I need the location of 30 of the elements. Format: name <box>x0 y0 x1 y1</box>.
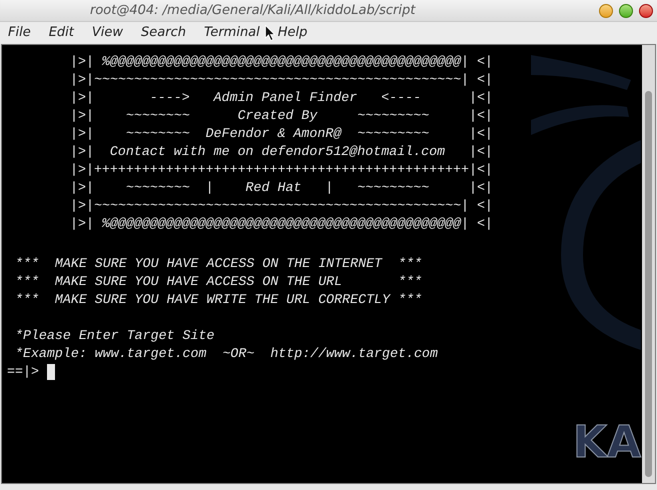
warning-line: *** MAKE SURE YOU HAVE WRITE THE URL CORRECTLY *** <box>14 291 422 309</box>
banner-line: |>|~~~~~~~~~~~~~~~~~~~~~~~~~~~~~~~~~~~~~~~~~~~~~~| <| <box>70 71 493 89</box>
banner-line: |>| ~~~~~~~~ DeFendor & AmonR@ ~~~~~~~~~ |<| <box>70 125 493 143</box>
banner-line: |>| ----> Admin Panel Finder <---- |<| <box>70 89 493 107</box>
pointer-icon <box>265 25 275 41</box>
warning-line: *** MAKE SURE YOU HAVE ACCESS ON THE INTERNET *** <box>14 255 422 273</box>
instruction-line: *Please Enter Target Site <box>14 327 214 345</box>
banner-line: |>| ~~~~~~~~ | Red Hat | ~~~~~~~~~ |<| <box>70 179 493 197</box>
menu-item[interactable]: Search <box>141 23 186 43</box>
banner-line: |>| %@@@@@@@@@@@@@@@@@@@@@@@@@@@@@@@@@@@@@@@@@@@@| <| <box>70 215 493 233</box>
menu-item[interactable]: View <box>92 23 124 43</box>
close-button[interactable] <box>639 4 653 18</box>
minimize-button[interactable] <box>599 4 613 18</box>
menu-item[interactable]: Help <box>278 23 308 43</box>
instruction-line: *Example: www.target.com ~OR~ http://www.target.com <box>14 345 438 363</box>
maximize-button[interactable] <box>619 4 633 18</box>
banner-line: |>| Contact with me on defendor512@hotmail.com |<| <box>70 143 493 161</box>
prompt: ==|> <box>7 363 40 382</box>
banner-line: |>| ~~~~~~~~ Created By ~~~~~~~~~ |<| <box>70 107 493 125</box>
text-cursor <box>46 364 55 380</box>
window-title: root@404: /media/General/Kali/All/kiddoLab/script <box>90 2 416 20</box>
logo-text: KA <box>572 421 641 465</box>
menu-item[interactable]: Edit <box>48 23 74 43</box>
menu-item[interactable]: Terminal <box>204 23 260 43</box>
scrollbar-thumb[interactable] <box>645 91 652 477</box>
banner-line: |>|+++++++++++++++++++++++++++++++++++++++++++++++|<| <box>70 161 493 179</box>
warning-line: *** MAKE SURE YOU HAVE ACCESS ON THE URL *** <box>14 273 422 291</box>
menu-item[interactable]: File <box>8 23 31 43</box>
banner-line: |>| %@@@@@@@@@@@@@@@@@@@@@@@@@@@@@@@@@@@@@@@@@@@@| <| <box>70 53 493 71</box>
banner-line: |>|~~~~~~~~~~~~~~~~~~~~~~~~~~~~~~~~~~~~~~~~~~~~~~| <| <box>70 197 493 215</box>
